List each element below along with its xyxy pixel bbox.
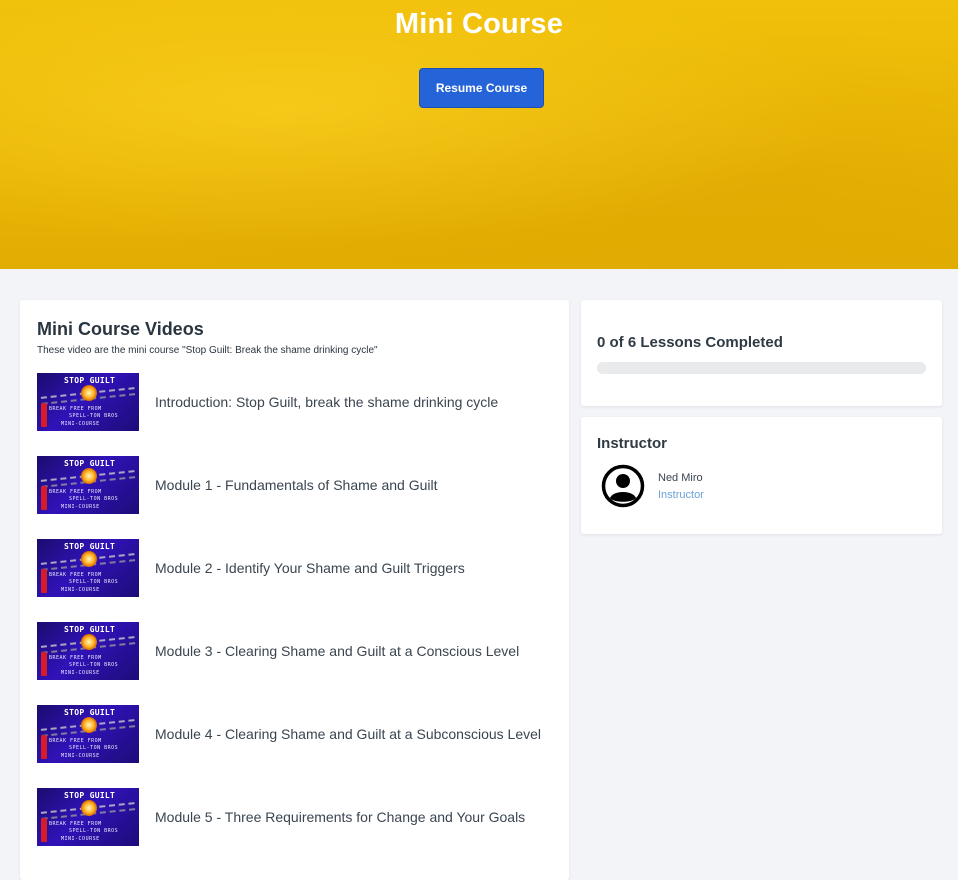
instructor-section-title: Instructor (597, 435, 668, 452)
lesson-item[interactable]: STOP GUILT BREAK FREE FROM SPELL-TON BROS M… (37, 456, 557, 514)
course-videos-card: Mini Course Videos These video are the m… (20, 300, 569, 880)
videos-section-description: These video are the mini course "Stop Gu… (37, 345, 378, 356)
lesson-thumbnail[interactable]: STOP GUILT BREAK FREE FROM SPELL-TON BROS M… (37, 622, 139, 680)
lesson-item[interactable]: STOP GUILT BREAK FREE FROM SPELL-TON BROS M… (37, 539, 557, 597)
lesson-title-link[interactable]: Module 5 - Three Requirements for Change… (155, 806, 525, 828)
lesson-item[interactable]: STOP GUILT BREAK FREE FROM SPELL-TON BROS M… (37, 373, 557, 431)
lesson-item[interactable]: STOP GUILT BREAK FREE FROM SPELL-TON BROS M… (37, 705, 557, 763)
lesson-title-link[interactable]: Module 2 - Identify Your Shame and Guilt… (155, 557, 465, 579)
lesson-title-link[interactable]: Module 1 - Fundamentals of Shame and Gui… (155, 474, 438, 496)
lesson-thumbnail[interactable]: STOP GUILT BREAK FREE FROM SPELL-TON BROS M… (37, 788, 139, 846)
user-circle-icon (601, 464, 645, 508)
page-title: Mini Course (394, 8, 564, 40)
videos-section-title: Mini Course Videos (37, 319, 204, 339)
resume-course-button[interactable]: Resume Course (419, 68, 544, 108)
lesson-thumbnail[interactable]: STOP GUILT BREAK FREE FROM SPELL-TON BROS M… (37, 539, 139, 597)
progress-bar (597, 362, 926, 374)
lesson-item[interactable]: STOP GUILT BREAK FREE FROM SPELL-TON BROS M… (37, 622, 557, 680)
course-hero-banner: Mini Course Resume Course (0, 0, 958, 269)
lesson-thumbnail[interactable]: STOP GUILT BREAK FREE FROM SPELL-TON BROS M… (37, 373, 139, 431)
instructor-role-link[interactable]: Instructor (658, 489, 704, 501)
lesson-thumbnail[interactable]: STOP GUILT BREAK FREE FROM SPELL-TON BROS M… (37, 456, 139, 514)
lessons-completed-text: 0 of 6 Lessons Completed (597, 334, 783, 351)
progress-card: 0 of 6 Lessons Completed (581, 300, 942, 406)
instructor-name: Ned Miro (658, 472, 703, 484)
instructor-card: Instructor Ned Miro Instructor (581, 417, 942, 534)
lesson-title-link[interactable]: Introduction: Stop Guilt, break the sham… (155, 391, 498, 413)
lesson-title-link[interactable]: Module 3 - Clearing Shame and Guilt at a… (155, 640, 519, 662)
lesson-item[interactable]: STOP GUILT BREAK FREE FROM SPELL-TON BROS M… (37, 788, 557, 846)
lesson-thumbnail[interactable]: STOP GUILT BREAK FREE FROM SPELL-TON BROS M… (37, 705, 139, 763)
lesson-title-link[interactable]: Module 4 - Clearing Shame and Guilt at a… (155, 723, 541, 745)
